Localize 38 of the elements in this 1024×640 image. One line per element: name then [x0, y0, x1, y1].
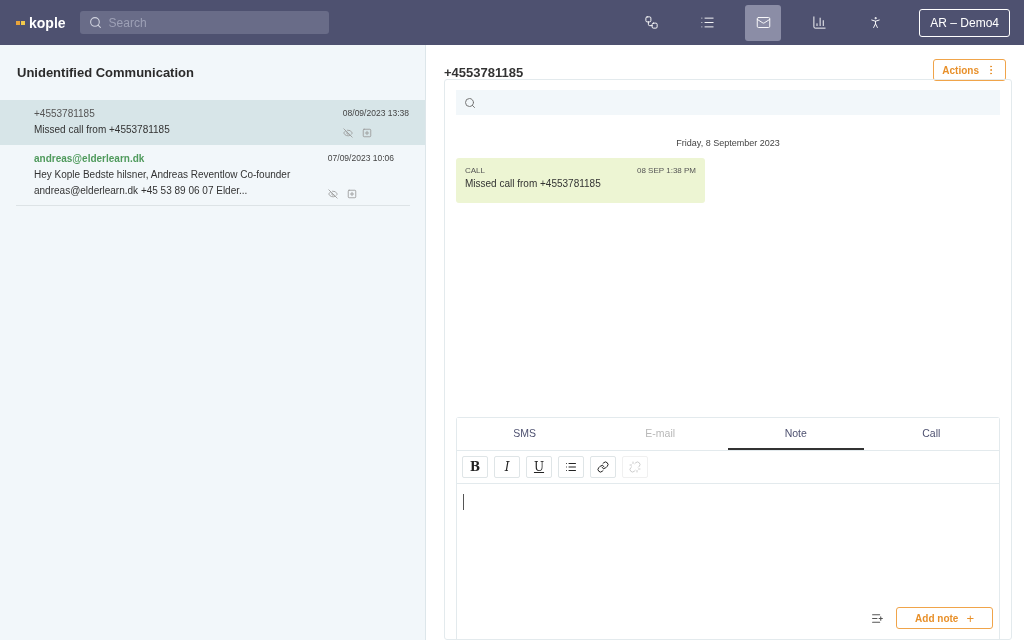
message-text: Missed call from +4553781185 [465, 178, 602, 189]
message-search-field[interactable] [456, 90, 1000, 115]
italic-button[interactable]: I [494, 456, 520, 478]
message-type: CALL [465, 166, 486, 175]
search-icon [88, 16, 102, 29]
account-button[interactable]: AR – Demo4 [919, 8, 1010, 37]
link-icon [597, 461, 609, 473]
message-date: 07/09/2023 10:06 [327, 153, 394, 164]
flow-icon [643, 15, 659, 30]
hidden-icon[interactable] [327, 189, 338, 199]
sender: +4553781185 [34, 108, 96, 119]
unlink-icon [629, 461, 641, 473]
nav-button[interactable] [745, 4, 782, 41]
sender: andreas@elderlearn.dk [34, 153, 146, 164]
link-button[interactable] [590, 456, 616, 478]
add-icon[interactable] [346, 189, 357, 199]
logo-icon [16, 20, 25, 25]
message-item[interactable]: +4553781185 08/09/2023 13:38 Missed call from +4553781185 [0, 100, 425, 145]
message-item[interactable]: andreas@elderlearn.dk 07/09/2023 10:06 Hey Kople Bedste hilsner, Andreas Reventlow Co-founder andreas@elderlearn.dk +45 53 89 06 07 Elder... [16, 145, 410, 206]
list-button[interactable] [558, 456, 584, 478]
chart-icon [811, 15, 827, 30]
conversation-title: +4553781185 [444, 65, 524, 80]
search-icon [464, 96, 476, 109]
message-preview: Hey Kople Bedste hilsner, Andreas Reventlow Co-founder andreas@elderlearn.dk +45 53 89 06 07 Elder... [34, 168, 292, 198]
add-icon[interactable] [361, 128, 372, 138]
template-icon[interactable] [871, 611, 885, 625]
hidden-icon[interactable] [342, 128, 353, 138]
message-time: 08 SEP 1:38 PM [637, 166, 696, 175]
mail-icon [755, 15, 771, 30]
list-icon [565, 461, 577, 473]
bold-button[interactable]: B [462, 456, 488, 478]
message-date: 08/09/2023 13:38 [342, 108, 409, 119]
underline-button[interactable]: U [526, 456, 552, 478]
panel-title: Unidentified Communication [16, 65, 195, 80]
day-divider: Friday, 8 September 2023 [675, 138, 781, 148]
list-icon [699, 15, 715, 30]
logo: kople [29, 14, 66, 31]
message-preview: Missed call from +4553781185 [34, 123, 171, 137]
